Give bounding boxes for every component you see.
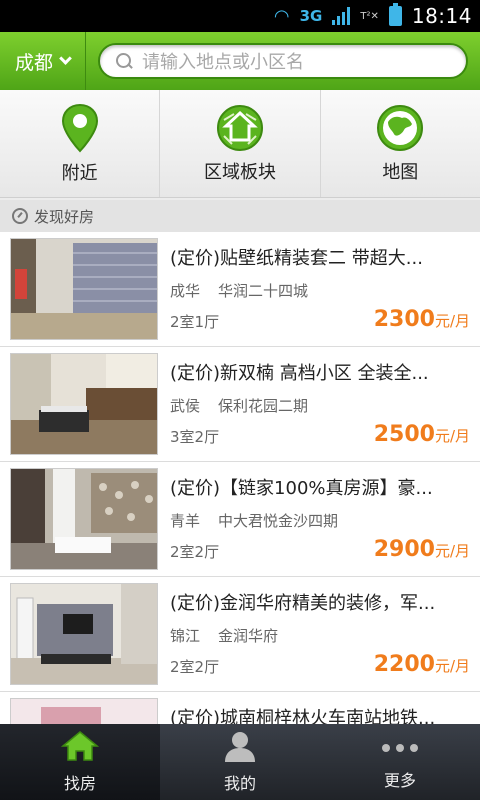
tab-more[interactable]: 更多 — [320, 724, 480, 800]
search-icon — [116, 53, 132, 69]
listing-photo — [10, 583, 158, 685]
tab-mine[interactable]: 我的 — [160, 724, 320, 800]
list-item[interactable]: (定价)城南桐梓林火车南站地铁... — [0, 692, 480, 724]
tab-label: 我的 — [223, 774, 256, 793]
search-placeholder: 请输入地点或小区名 — [142, 52, 304, 73]
listing-district: 成华 — [170, 282, 201, 300]
list-item[interactable]: (定价)贴壁纸精装套二 带超大... 成华 华润二十四城 2室1厅 2300元/… — [0, 232, 480, 347]
listing-title: (定价)新双楠 高档小区 全装全... — [170, 363, 429, 384]
wifi-icon: ◠ — [273, 5, 290, 27]
category-label: 地图 — [382, 161, 419, 183]
listing-price: 2300 — [373, 307, 435, 332]
category-region[interactable]: 区域板块 — [160, 90, 321, 197]
category-label: 附近 — [61, 162, 98, 184]
category-label: 区域板块 — [203, 161, 276, 183]
city-label: 成都 — [14, 51, 53, 74]
list-item[interactable]: (定价)新双楠 高档小区 全装全... 武侯 保利花园二期 3室2厅 2500元… — [0, 347, 480, 462]
signal-icon — [332, 7, 351, 25]
listing-layout: 3室2厅 — [170, 428, 220, 446]
sim-icon: T²✕ — [360, 10, 379, 22]
listing-title: (定价)金润华府精美的装修，军... — [170, 593, 436, 614]
user-icon — [223, 730, 257, 766]
chevron-down-icon — [59, 52, 72, 65]
section-title: 发现好房 — [34, 207, 95, 226]
network-type: 3G — [299, 7, 323, 25]
clock-time: 18:14 — [411, 4, 472, 28]
listing-district: 武侯 — [170, 397, 201, 415]
location-pin-icon — [60, 103, 100, 153]
bottom-tab-bar: 找房 我的 更多 — [0, 724, 480, 800]
listing-photo — [10, 468, 158, 570]
price-unit: 元/月 — [434, 657, 470, 675]
listing-layout: 2室1厅 — [170, 313, 220, 331]
listing-title: (定价)贴壁纸精装套二 带超大... — [170, 248, 423, 269]
listing-district: 锦江 — [170, 627, 201, 645]
home-icon — [60, 730, 100, 766]
listing-price: 2900 — [373, 537, 435, 562]
tab-find-home[interactable]: 找房 — [0, 724, 160, 800]
category-bar: 附近 区域板块 地图 — [0, 90, 480, 198]
battery-icon — [388, 3, 402, 26]
city-selector[interactable]: 成都 — [0, 32, 86, 90]
listing-photo — [10, 698, 158, 724]
listing-layout: 2室2厅 — [170, 658, 220, 676]
globe-map-icon — [376, 104, 424, 152]
listing-community: 金润华府 — [218, 627, 279, 645]
list-item[interactable]: (定价)【链家100%真房源】豪... 青羊 中大君悦金沙四期 2室2厅 290… — [0, 462, 480, 577]
category-nearby[interactable]: 附近 — [0, 90, 161, 197]
listing-price: 2200 — [373, 652, 435, 677]
listing-community: 中大君悦金沙四期 — [218, 512, 339, 530]
listing-photo — [10, 238, 158, 340]
clock-icon — [12, 208, 28, 224]
listing-title: (定价)【链家100%真房源】豪... — [170, 478, 433, 499]
listing-list: (定价)贴壁纸精装套二 带超大... 成华 华润二十四城 2室1厅 2300元/… — [0, 232, 480, 724]
more-icon — [382, 733, 418, 763]
price-unit: 元/月 — [434, 542, 470, 560]
tab-label: 更多 — [383, 771, 416, 790]
listing-price: 2500 — [373, 422, 435, 447]
search-header: 成都 请输入地点或小区名 — [0, 32, 480, 90]
status-bar: ◠ 3G T²✕ 18:14 — [0, 0, 480, 32]
region-block-icon — [216, 104, 264, 152]
listing-district: 青羊 — [170, 512, 201, 530]
listing-layout: 2室2厅 — [170, 543, 220, 561]
tab-label: 找房 — [63, 774, 96, 793]
section-heading: 发现好房 — [0, 200, 480, 232]
search-input[interactable]: 请输入地点或小区名 — [98, 43, 468, 79]
listing-community: 保利花园二期 — [218, 397, 309, 415]
list-item[interactable]: (定价)金润华府精美的装修，军... 锦江 金润华府 2室2厅 2200元/月 — [0, 577, 480, 692]
category-map[interactable]: 地图 — [321, 90, 480, 197]
listing-community: 华润二十四城 — [218, 282, 309, 300]
listing-photo — [10, 353, 158, 455]
price-unit: 元/月 — [434, 312, 470, 330]
price-unit: 元/月 — [434, 427, 470, 445]
listing-title: (定价)城南桐梓林火车南站地铁... — [170, 708, 436, 724]
